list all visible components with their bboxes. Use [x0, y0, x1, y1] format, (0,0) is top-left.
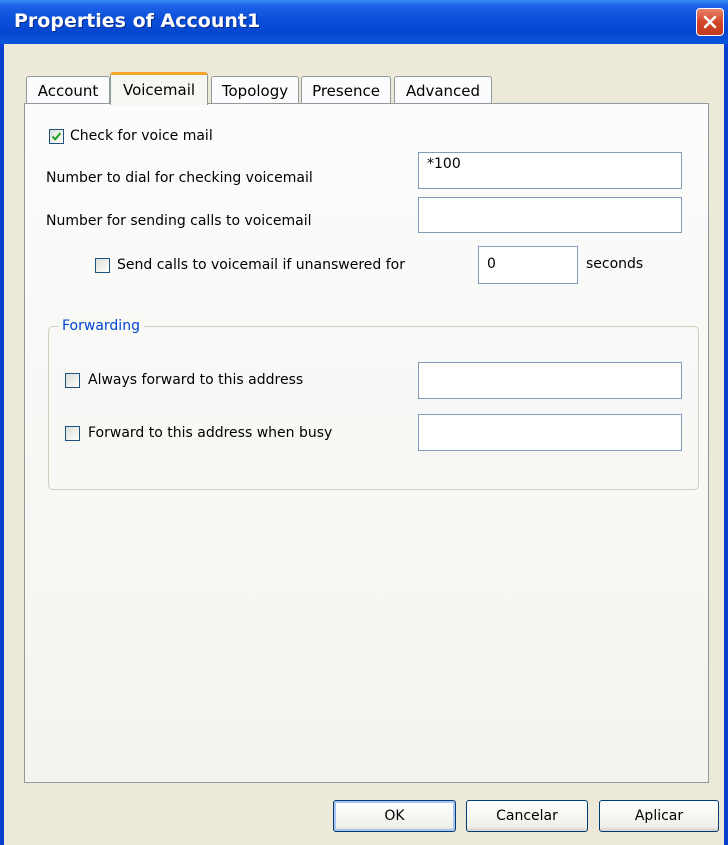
- apply-button[interactable]: Aplicar: [599, 800, 719, 832]
- tab-account[interactable]: Account: [26, 76, 110, 104]
- check-voicemail-checkbox[interactable]: [49, 129, 64, 144]
- dial-number-input[interactable]: *100: [418, 152, 682, 189]
- forwarding-group-title: Forwarding: [58, 318, 144, 334]
- seconds-unit-label: seconds: [586, 256, 644, 272]
- ok-button[interactable]: OK: [333, 800, 456, 832]
- cancel-button[interactable]: Cancelar: [466, 800, 588, 832]
- title-bar[interactable]: Properties of Account1: [0, 0, 728, 44]
- forwarding-groupbox: [48, 326, 699, 490]
- unanswered-checkbox[interactable]: [95, 258, 110, 273]
- busy-forward-label: Forward to this address when busy: [88, 425, 333, 441]
- tab-advanced[interactable]: Advanced: [394, 76, 492, 104]
- close-icon: [703, 15, 717, 29]
- always-forward-checkbox[interactable]: [65, 373, 80, 388]
- unanswered-label: Send calls to voicemail if unanswered fo…: [117, 257, 405, 273]
- tab-voicemail[interactable]: Voicemail: [110, 72, 208, 105]
- tab-topology[interactable]: Topology: [211, 76, 299, 104]
- dial-number-label: Number to dial for checking voicemail: [46, 170, 313, 186]
- check-voicemail-label: Check for voice mail: [70, 128, 213, 144]
- always-forward-input[interactable]: [418, 362, 682, 399]
- close-button[interactable]: [696, 8, 724, 36]
- always-forward-label: Always forward to this address: [88, 372, 304, 388]
- tab-presence[interactable]: Presence: [301, 76, 391, 104]
- busy-forward-checkbox[interactable]: [65, 426, 80, 441]
- window-title: Properties of Account1: [14, 10, 261, 32]
- sending-number-label: Number for sending calls to voicemail: [46, 213, 312, 229]
- busy-forward-input[interactable]: [418, 414, 682, 451]
- sending-number-input[interactable]: [418, 197, 682, 233]
- checkmark-icon: [51, 132, 62, 141]
- unanswered-seconds-input[interactable]: 0: [478, 246, 578, 284]
